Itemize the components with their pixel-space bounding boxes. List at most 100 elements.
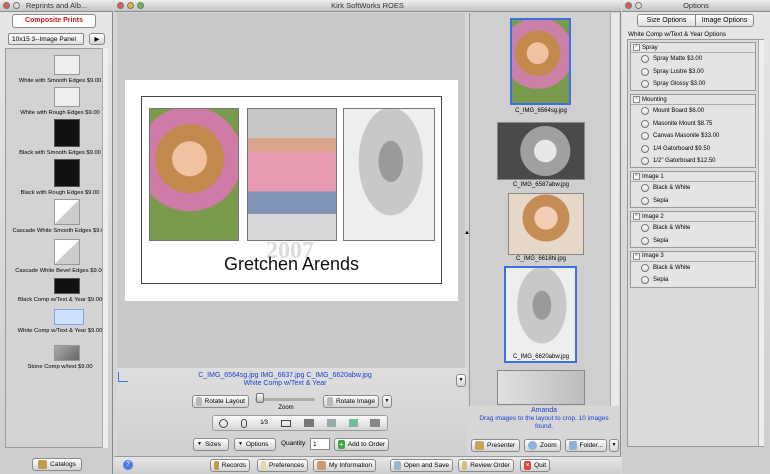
mouse-icon[interactable] bbox=[241, 418, 248, 428]
help-icon[interactable]: ? bbox=[123, 460, 133, 470]
strip-thumb-3[interactable] bbox=[508, 193, 584, 255]
strip-thumb-4[interactable] bbox=[504, 266, 577, 363]
composite-photo-3[interactable] bbox=[343, 108, 435, 241]
option-radio-row[interactable]: Black & White bbox=[631, 262, 755, 274]
window-controls[interactable] bbox=[117, 2, 144, 9]
rotate-image-button[interactable]: Rotate Image bbox=[323, 395, 379, 408]
radio-button[interactable] bbox=[641, 144, 649, 153]
composite-photo-2[interactable] bbox=[247, 108, 337, 241]
radio-button[interactable] bbox=[641, 119, 649, 128]
folder-menu-button[interactable]: ▼ bbox=[609, 439, 619, 452]
radio-button[interactable] bbox=[641, 156, 649, 165]
radio-button[interactable] bbox=[641, 236, 649, 245]
strip-collapse-arrow[interactable]: ▲ bbox=[464, 230, 470, 236]
info-collapse-button[interactable]: ▼ bbox=[456, 374, 466, 387]
monitor-icon[interactable] bbox=[326, 419, 336, 427]
strip-scrollbar[interactable] bbox=[610, 13, 619, 408]
radio-button[interactable] bbox=[641, 276, 649, 285]
template-thumb[interactable] bbox=[54, 345, 80, 361]
collapse-icon[interactable]: ⌃ bbox=[633, 44, 640, 51]
option-radio-row[interactable]: Spray Glossy $3.00 bbox=[631, 78, 755, 90]
strip-thumb-5[interactable] bbox=[497, 370, 585, 405]
template-thumb[interactable] bbox=[54, 55, 80, 75]
option-radio-row[interactable]: Black & White bbox=[631, 182, 755, 194]
sizes-button[interactable]: ▼ Sizes bbox=[193, 438, 229, 451]
template-thumb[interactable] bbox=[54, 239, 80, 265]
add-to-order-button[interactable]: + Add to Order bbox=[334, 438, 389, 451]
radio-button[interactable] bbox=[641, 107, 649, 116]
catalogs-button[interactable]: Catalogs bbox=[32, 458, 82, 471]
collapse-icon[interactable]: ⌃ bbox=[633, 96, 640, 104]
number-icon[interactable]: 1⁄3 bbox=[260, 420, 268, 426]
option-radio-row[interactable]: Black & White bbox=[631, 222, 755, 234]
scrollbar-left[interactable] bbox=[102, 48, 108, 448]
strip-thumb-1[interactable] bbox=[510, 18, 571, 105]
collapse-icon[interactable]: ⌃ bbox=[633, 173, 640, 181]
zoom-slider-knob[interactable] bbox=[256, 393, 264, 403]
print-icon[interactable] bbox=[303, 419, 314, 427]
template-thumb[interactable] bbox=[54, 119, 80, 147]
option-radio-row[interactable]: Sepia bbox=[631, 195, 755, 207]
target-icon[interactable] bbox=[219, 418, 229, 428]
template-thumb[interactable] bbox=[54, 278, 80, 294]
radio-button[interactable] bbox=[641, 184, 649, 193]
collapse-icon[interactable]: ⌃ bbox=[633, 213, 640, 220]
panel-dropdown[interactable]: 10x15 3--Image Panel bbox=[8, 33, 84, 45]
option-radio-row[interactable]: Masonite Mount $8.75 bbox=[631, 118, 755, 130]
option-group-header[interactable]: ⌃ Image 1 bbox=[631, 172, 755, 183]
window-controls[interactable] bbox=[625, 2, 642, 9]
option-group-header[interactable]: ⌃ Image 3 bbox=[631, 252, 755, 262]
option-radio-row[interactable]: 1/2" Gatorboard $12.50 bbox=[631, 155, 755, 167]
radio-button[interactable] bbox=[641, 79, 649, 88]
stamp-icon[interactable] bbox=[370, 419, 381, 427]
option-radio-row[interactable]: Mount Board $6.00 bbox=[631, 105, 755, 117]
option-radio-row[interactable]: Canvas Masonite $33.00 bbox=[631, 130, 755, 142]
radio-button[interactable] bbox=[641, 67, 649, 76]
rotate-layout-button[interactable]: Rotate Layout bbox=[192, 395, 249, 408]
transfer-icon[interactable] bbox=[348, 419, 358, 427]
collapse-icon[interactable]: ⌃ bbox=[633, 252, 640, 260]
radio-button[interactable] bbox=[641, 132, 649, 141]
option-radio-row[interactable]: Spray Lustre $3.00 bbox=[631, 65, 755, 77]
option-radio-row[interactable]: Sepia bbox=[631, 274, 755, 286]
option-label: Canvas Masonite $33.00 bbox=[653, 133, 720, 140]
review-order-button[interactable]: Review Order bbox=[458, 459, 514, 472]
option-group-header[interactable]: ⌃ Spray bbox=[631, 43, 755, 53]
template-thumb[interactable] bbox=[54, 309, 84, 325]
panel-next-button[interactable]: ▶ bbox=[89, 33, 105, 45]
composite-prints-tab[interactable]: Composite Prints bbox=[12, 14, 96, 28]
template-thumb[interactable] bbox=[54, 159, 80, 187]
options-scrollbar[interactable] bbox=[758, 40, 764, 446]
radio-button[interactable] bbox=[641, 224, 649, 233]
records-button[interactable]: Records bbox=[210, 459, 250, 472]
my-information-button[interactable]: My Information bbox=[313, 459, 376, 472]
template-thumb[interactable] bbox=[54, 199, 80, 225]
folder-button[interactable]: Folder... bbox=[565, 439, 607, 452]
zoom-slider[interactable] bbox=[255, 398, 315, 401]
option-radio-row[interactable]: Sepia bbox=[631, 234, 755, 246]
presenter-button[interactable]: Presenter bbox=[471, 439, 520, 452]
strip-thumb-2[interactable] bbox=[497, 122, 585, 180]
option-radio-row[interactable]: Spray Matte $3.00 bbox=[631, 53, 755, 65]
option-group-header[interactable]: ⌃ Mounting bbox=[631, 95, 755, 106]
radio-button[interactable] bbox=[641, 263, 649, 272]
composite-photo-1[interactable] bbox=[149, 108, 239, 241]
radio-button[interactable] bbox=[641, 196, 649, 205]
options-button[interactable]: ▼ Options bbox=[234, 438, 276, 451]
template-thumb[interactable] bbox=[54, 87, 80, 107]
template-list[interactable]: White with Smooth Edges $9.00 White with … bbox=[5, 48, 108, 448]
quit-button[interactable]: × Quit bbox=[520, 459, 550, 472]
radio-button[interactable] bbox=[641, 55, 649, 64]
open-and-save-button[interactable]: Open and Save bbox=[390, 459, 453, 472]
layers-icon[interactable] bbox=[280, 419, 291, 427]
tab-image-options[interactable]: Image Options bbox=[696, 15, 753, 26]
option-radio-row[interactable]: 1/4 Gatorboard $9.50 bbox=[631, 142, 755, 154]
option-group-header[interactable]: ⌃ Image 2 bbox=[631, 212, 755, 222]
quantity-field[interactable]: 1 bbox=[310, 438, 330, 450]
tab-size-options[interactable]: Size Options bbox=[638, 15, 696, 26]
rotate-image-menu-button[interactable]: ▼ bbox=[382, 395, 392, 408]
strip-zoom-button[interactable]: Zoom bbox=[524, 439, 561, 452]
crop-icon[interactable] bbox=[118, 372, 128, 382]
window-controls[interactable] bbox=[3, 2, 20, 9]
preferences-button[interactable]: Preferences bbox=[257, 459, 308, 472]
